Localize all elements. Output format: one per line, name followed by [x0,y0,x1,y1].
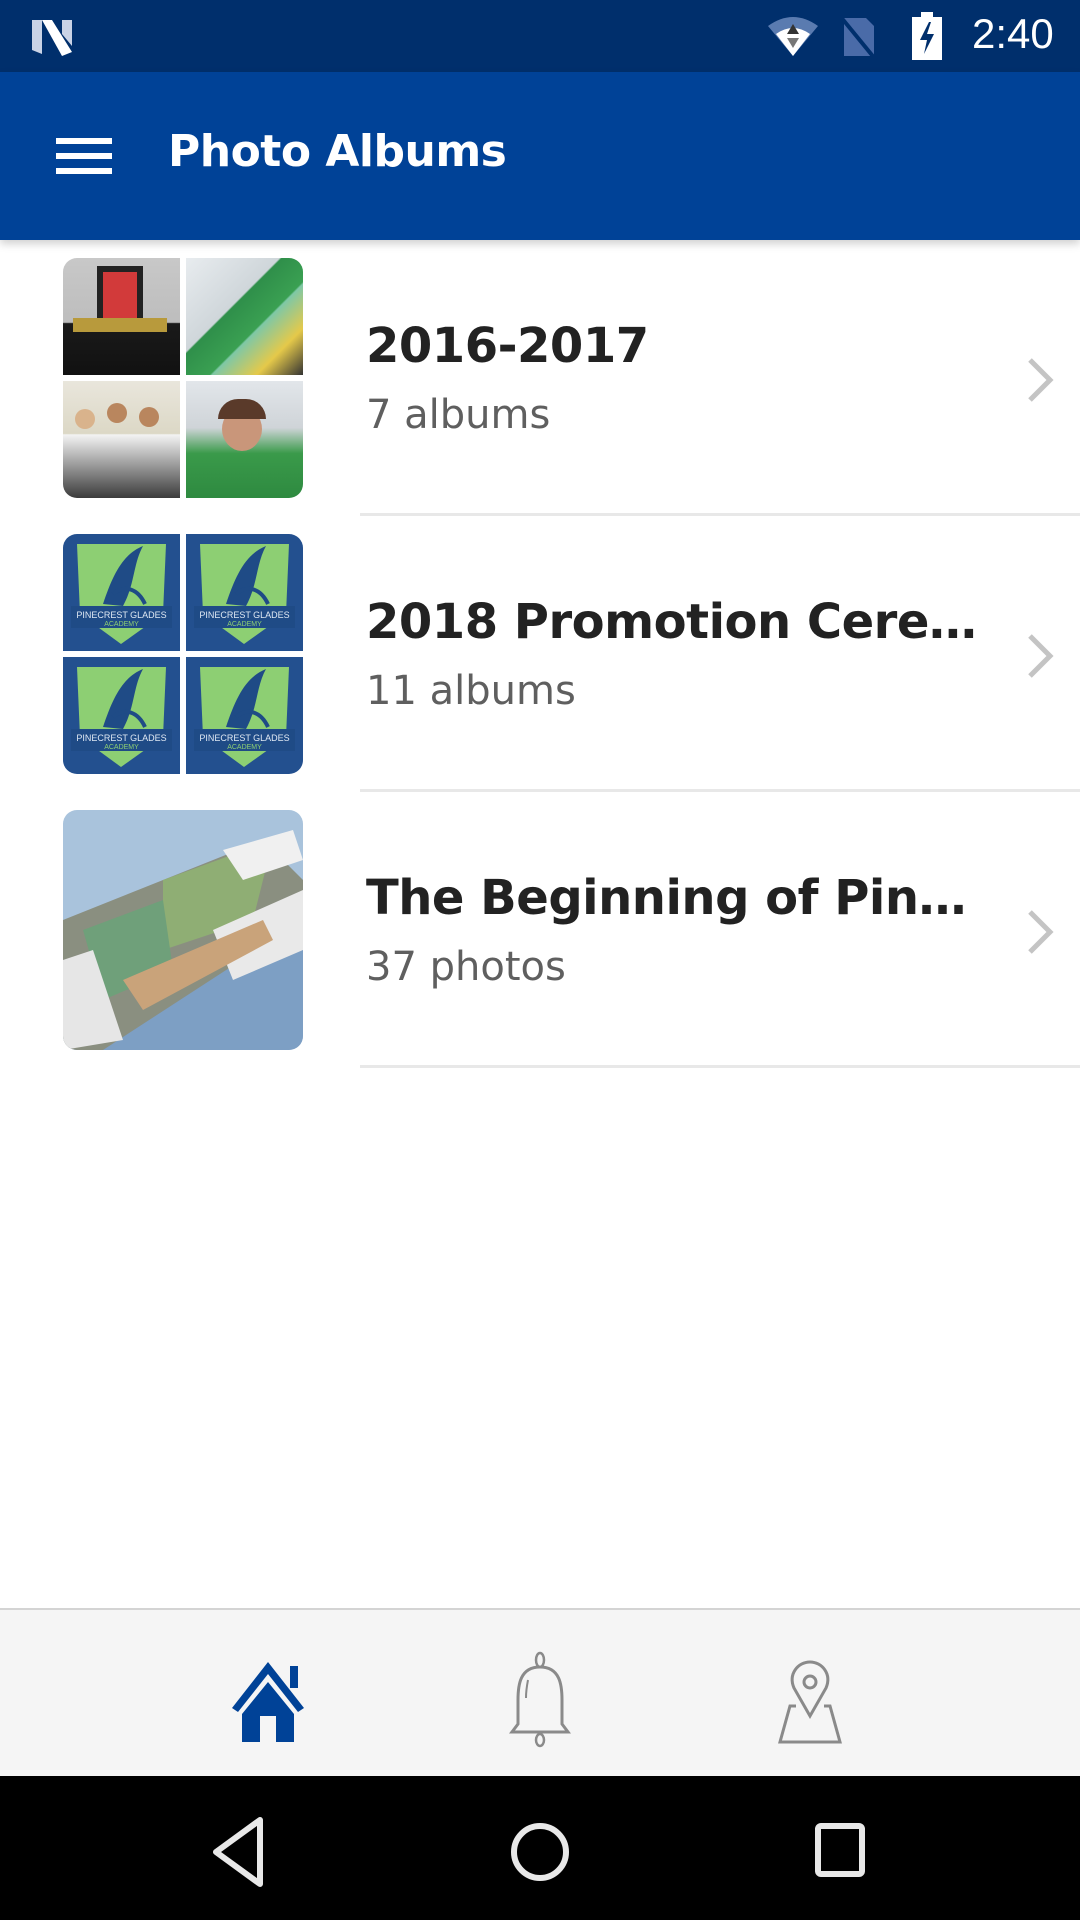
photo-tile-classroom [186,258,303,375]
crest-tile: PINECREST GLADES ACADEMY [186,534,303,651]
album-row[interactable]: 2016-2017 7 albums [0,240,1080,516]
album-title: 2018 Promotion Ceremo… [366,594,996,650]
crest-text: PINECREST GLADES [76,733,166,743]
album-title: The Beginning of Pinecre… [366,870,996,926]
campus-aerial-image [63,810,303,1050]
chevron-right-icon [1028,634,1054,678]
recents-icon[interactable] [800,1812,880,1892]
crest-text: PINECREST GLADES [76,610,166,620]
home-circle-icon[interactable] [500,1812,580,1892]
crest-subtext: ACADEMY [227,621,262,628]
album-row[interactable]: PINECREST GLADES ACADEMY PINECREST GLADES A… [0,516,1080,792]
album-list: 2016-2017 7 albums PINECREST GLADES ACADE… [0,240,1080,1068]
photo-tile-staff-portrait [186,381,303,498]
home-icon [232,1662,304,1742]
system-nav-bar [0,1776,1080,1920]
page-title: Photo Albums [168,126,507,177]
crest-text: PINECREST GLADES [199,610,289,620]
app-bar: Photo Albums [0,72,1080,240]
no-sim-icon [840,14,878,60]
crest-subtext: ACADEMY [227,744,262,751]
album-thumbnail: PINECREST GLADES ACADEMY PINECREST GLADES A… [63,534,303,774]
album-thumbnail [63,810,303,1050]
wifi-icon [768,17,818,56]
nav-map[interactable] [760,1650,860,1750]
bottom-nav [0,1608,1080,1778]
crest-tile: PINECREST GLADES ACADEMY [186,657,303,774]
crest-tile: PINECREST GLADES ACADEMY [63,657,180,774]
album-title: 2016-2017 [366,318,649,374]
hamburger-menu-icon[interactable] [40,116,128,196]
n-logo-icon [32,20,72,56]
chevron-right-icon [1028,358,1054,402]
photo-tile-awards [63,258,180,375]
chevron-right-icon [1028,910,1054,954]
album-thumbnail [63,258,303,498]
bell-icon [509,1651,571,1748]
nav-home[interactable] [218,1650,318,1750]
nav-notifications[interactable] [490,1650,590,1750]
row-divider [360,1065,1080,1068]
status-bar: 2:40 [0,0,1080,72]
battery-charging-icon [912,12,942,60]
crest-text: PINECREST GLADES [199,733,289,743]
album-count: 37 photos [366,944,566,990]
crest-tile: PINECREST GLADES ACADEMY [63,534,180,651]
back-icon[interactable] [200,1812,280,1892]
album-count: 7 albums [366,392,551,438]
album-count: 11 albums [366,668,576,714]
album-row[interactable]: The Beginning of Pinecre… 37 photos [0,792,1080,1068]
photo-tile-staff-group [63,381,180,498]
crest-subtext: ACADEMY [104,744,139,751]
status-time: 2:40 [972,10,1054,57]
map-pin-icon [778,1660,842,1744]
crest-subtext: ACADEMY [104,621,139,628]
